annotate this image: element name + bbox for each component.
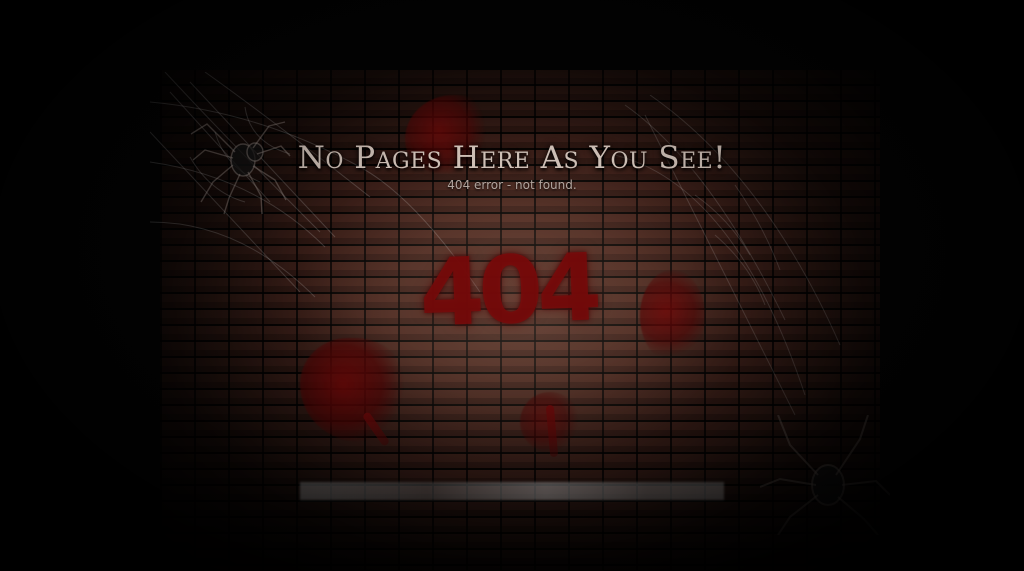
- error-code-404: 404: [417, 233, 598, 348]
- error-subtitle: 404 error - not found.: [447, 178, 577, 192]
- footer-links-container: [300, 477, 724, 503]
- page-title: No Pages Here As You See!: [297, 140, 727, 176]
- blood-handprint: [640, 270, 705, 362]
- error-page: No Pages Here As You See! 404 error - no…: [0, 0, 1024, 571]
